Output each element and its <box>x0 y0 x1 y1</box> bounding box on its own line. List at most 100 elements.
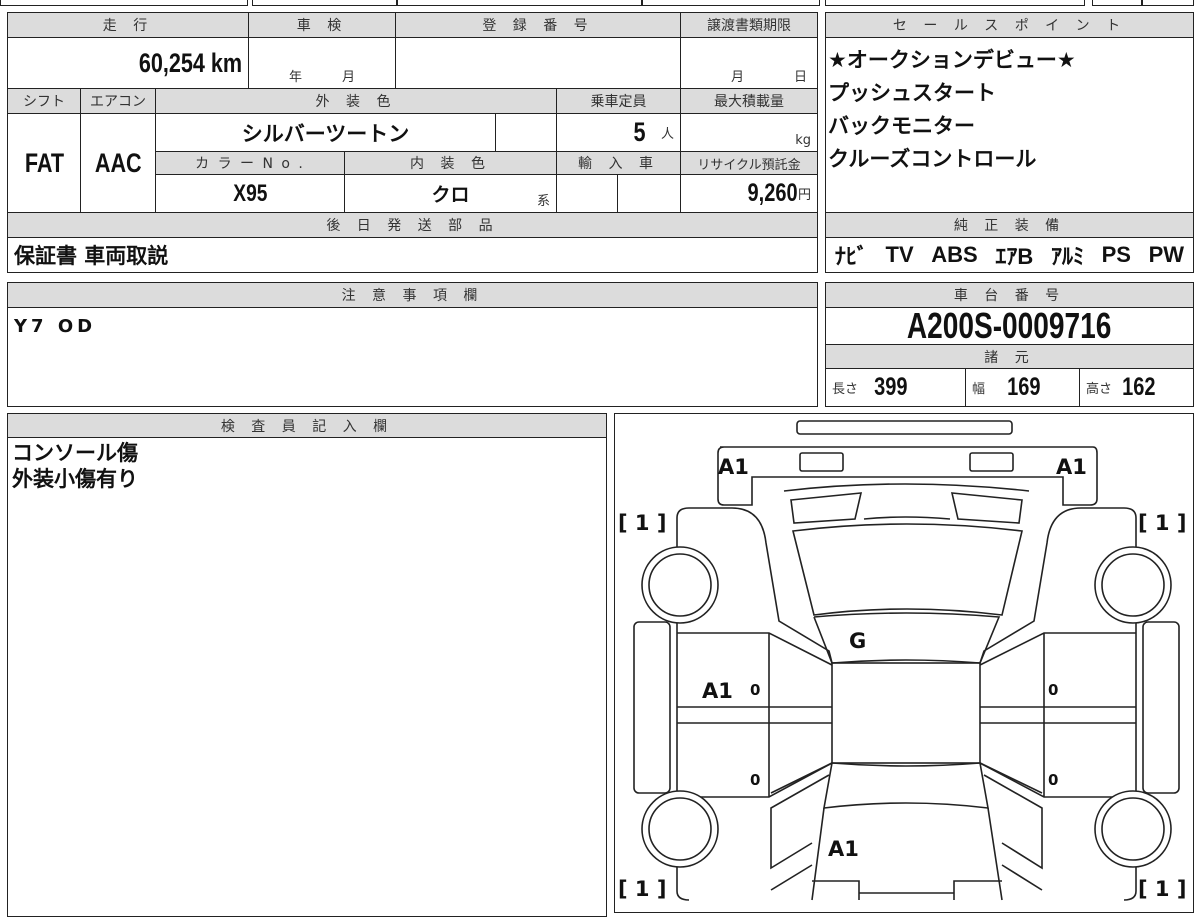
damage-front-right: A1 <box>1056 455 1087 479</box>
aircon-text: AAC <box>94 147 142 178</box>
top-cell <box>642 0 820 6</box>
shift-text: FAT <box>24 147 64 178</box>
spec-height: 高さ 162 <box>1079 368 1194 407</box>
equipment-item: PS <box>1101 242 1131 267</box>
exterior-color-text: シルバーツートン <box>241 121 410 146</box>
transfer-day: 日 <box>794 70 808 85</box>
damage-diagram: A1 A1 [ 1 ] [ 1 ] [ 1 ] [ 1 ] G A1 0 0 0… <box>614 413 1194 913</box>
spec-length: 長さ 399 <box>825 368 966 407</box>
capacity-number: 5 <box>633 117 646 147</box>
equipment-item: TV <box>885 242 914 267</box>
spec-height-label: 高さ <box>1086 382 1113 397</box>
registration-value <box>395 37 681 89</box>
interior-color-suffix: 系 <box>536 194 550 209</box>
headlight-left <box>799 452 844 472</box>
car-diagram-svg: A1 A1 [ 1 ] [ 1 ] [ 1 ] [ 1 ] G A1 0 0 0… <box>618 420 1186 901</box>
interior-color-text: クロ <box>431 184 470 206</box>
roof <box>831 662 981 764</box>
spec-width-label: 幅 <box>972 382 986 397</box>
inspector-label: 検 査 員 記 入 欄 <box>7 413 607 438</box>
recycle-value: 9,260 円 <box>680 174 818 213</box>
wheel-icon <box>1094 790 1172 868</box>
shift-label: シフト <box>7 88 81 114</box>
shaken-year: 年 <box>288 70 302 85</box>
equipment-item: PW <box>1148 242 1185 267</box>
mark-left-front: 0 <box>750 681 760 699</box>
wheel-icon <box>641 790 719 868</box>
equipment-box: ﾅﾋﾞ TV ABS ｴｱB ｱﾙﾐ PS PW <box>825 237 1194 273</box>
sales-point-item: プッシュスタート <box>828 81 996 105</box>
capacity-unit: 人 <box>660 127 674 142</box>
color-no-value: X95 <box>155 174 345 213</box>
recycle-unit: 円 <box>797 188 811 203</box>
equipment-item: ABS <box>931 242 978 267</box>
damage-windshield: G <box>849 629 866 653</box>
later-parts-value: 保証書 車両取説 <box>7 237 818 273</box>
sales-point-item: バックモニター <box>828 114 975 138</box>
top-cell <box>825 0 1085 6</box>
mileage-label: 走 行 <box>7 12 249 38</box>
shaken-label: 車 検 <box>248 12 396 38</box>
sales-point-item: ★オークションデビュー★ <box>828 48 1076 72</box>
equipment-label: 純 正 装 備 <box>825 212 1194 238</box>
damage-left-front-door: A1 <box>702 679 733 703</box>
later-parts-label: 後 日 発 送 部 品 <box>7 212 818 238</box>
corner-fr: [ 1 ] <box>1138 511 1186 535</box>
spec-width-value: 169 <box>1007 373 1041 401</box>
max-load-unit: kg <box>795 133 811 148</box>
right-side-step <box>1142 621 1180 794</box>
front-bumper <box>796 420 1013 435</box>
shaken-month: 月 <box>342 70 356 85</box>
sales-point-item: クルーズコントロール <box>828 147 1037 171</box>
transfer-deadline-value: 月日 <box>680 37 818 89</box>
rear-glass <box>823 762 989 809</box>
interior-color-value: クロ 系 <box>344 174 557 213</box>
capacity-label: 乗車定員 <box>556 88 681 114</box>
front-panel <box>717 446 1098 506</box>
chassis-value: A200S-0009716 <box>825 305 1194 346</box>
corner-rr: [ 1 ] <box>1138 877 1186 901</box>
inspector-line: コンソール傷 <box>12 441 138 465</box>
max-load-label: 最大積載量 <box>680 88 818 114</box>
sales-points-box: ★オークションデビュー★ プッシュスタート バックモニター クルーズコントロール <box>825 37 1194 213</box>
interior-color-label: 内 装 色 <box>344 151 557 175</box>
color-no-label: カ ラ ー N o . <box>155 151 345 175</box>
corner-fl: [ 1 ] <box>618 511 666 535</box>
exterior-color-value: シルバーツートン <box>155 113 496 152</box>
windshield <box>792 523 1023 616</box>
inspector-box: コンソール傷 外装小傷有り <box>7 437 607 917</box>
transfer-deadline-label: 譲渡書類期限 <box>680 12 818 38</box>
mileage-value: 60,254 km <box>7 37 249 89</box>
aircon-label: エアコン <box>80 88 156 114</box>
damage-rear: A1 <box>828 837 859 861</box>
notes-box: Y7 OD <box>7 307 818 407</box>
equipment-item: ｱﾙﾐ <box>1050 244 1084 269</box>
mark-left-rear: 0 <box>750 771 760 789</box>
mark-right-front: 0 <box>1048 681 1058 699</box>
exterior-color-label: 外 装 色 <box>155 88 557 114</box>
equipment-item: ﾅﾋﾞ <box>834 244 868 269</box>
top-cell <box>1142 0 1194 6</box>
chassis-text: A200S-0009716 <box>907 305 1112 346</box>
equipment-item: ｴｱB <box>995 244 1034 269</box>
top-cell <box>397 0 642 6</box>
import-label: 輸 入 車 <box>556 151 681 175</box>
top-cell <box>252 0 397 6</box>
import-value-a <box>556 174 618 213</box>
notes-text: Y7 OD <box>14 316 97 337</box>
wheel-icon <box>641 546 719 624</box>
exterior-color-extra <box>495 113 557 152</box>
later-parts-text: 保証書 車両取説 <box>14 244 169 268</box>
mileage-text: 60,254 km <box>138 47 242 78</box>
hood <box>783 483 1030 524</box>
transfer-month: 月 <box>730 70 744 85</box>
spec-length-value: 399 <box>874 373 908 401</box>
corner-rl: [ 1 ] <box>618 877 666 901</box>
spec-width: 幅 169 <box>965 368 1080 407</box>
recycle-amount: 9,260 <box>747 179 798 207</box>
front-pillar-panel <box>813 612 1001 664</box>
spec-length-label: 長さ <box>832 382 859 397</box>
aircon-value: AAC <box>80 113 156 213</box>
shift-value: FAT <box>7 113 81 213</box>
left-side-step <box>633 621 671 794</box>
